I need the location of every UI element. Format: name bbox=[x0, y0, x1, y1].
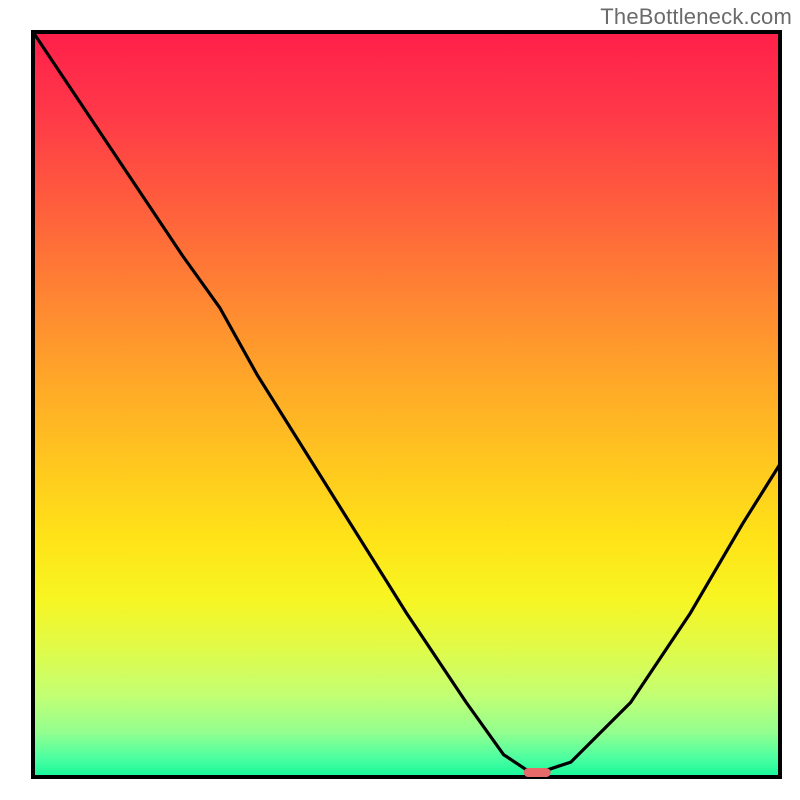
watermark-text: TheBottleneck.com bbox=[600, 4, 792, 30]
highlight-pill bbox=[524, 768, 551, 777]
plot-background bbox=[33, 32, 780, 777]
bottleneck-chart bbox=[0, 0, 800, 800]
chart-container: TheBottleneck.com bbox=[0, 0, 800, 800]
